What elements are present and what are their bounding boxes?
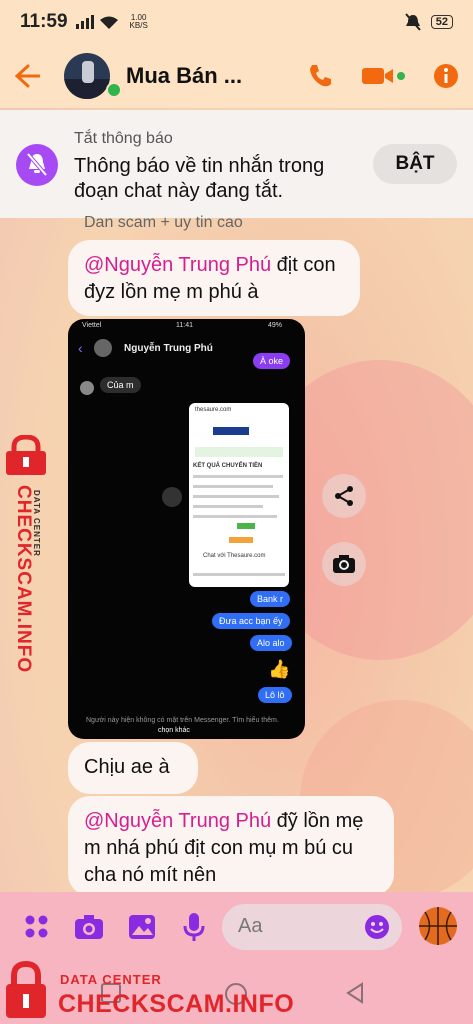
info-icon[interactable] bbox=[433, 63, 459, 89]
share-icon bbox=[335, 486, 353, 506]
emoji-icon[interactable] bbox=[364, 914, 390, 940]
signal-icon bbox=[75, 15, 118, 29]
attachment-contact-name: Nguyễn Trung Phú bbox=[124, 343, 213, 354]
receipt-button bbox=[229, 537, 253, 543]
status-time: 11:59 bbox=[20, 11, 68, 32]
watermark-left: CHECKSCAM.INFO DATA CENTER bbox=[2, 434, 52, 673]
share-button[interactable] bbox=[322, 474, 366, 518]
attachment-transfer-receipt: thesaure.com KẾT QUẢ CHUYỂN TIỀN Chat vớ… bbox=[189, 403, 289, 587]
back-arrow-icon[interactable] bbox=[14, 63, 40, 89]
attachment-thumbs-up-icon: 👍 bbox=[268, 659, 291, 679]
padlock-icon bbox=[6, 960, 46, 1018]
back-nav-icon[interactable] bbox=[344, 982, 366, 1004]
notice-label: Tắt thông báo bbox=[74, 130, 173, 147]
message-text: Chịu ae à bbox=[84, 756, 170, 778]
attachment-avatar-small bbox=[80, 381, 94, 395]
muted-bell-icon bbox=[16, 144, 58, 186]
watermark-brand: CHECKSCAM.INFO bbox=[13, 485, 34, 674]
watermark-tagline: DATA CENTER bbox=[32, 490, 41, 557]
contact-name[interactable]: Mua Bán ... bbox=[126, 63, 242, 89]
camera-icon bbox=[333, 555, 355, 573]
attachment-status-bar: Viettel 11:41 49% bbox=[68, 319, 305, 333]
attachment-footer-action: chọn khác bbox=[158, 727, 190, 734]
attachment-battery: 49% bbox=[268, 322, 283, 329]
net-speed: 1.00 KB/S bbox=[130, 14, 148, 30]
receipt-status-badge bbox=[237, 523, 255, 529]
mention-link[interactable]: @Nguyễn Trung Phú bbox=[84, 254, 271, 276]
more-actions-icon[interactable] bbox=[24, 914, 50, 940]
video-call-icon[interactable] bbox=[361, 63, 405, 89]
gallery-icon[interactable] bbox=[128, 914, 156, 940]
receipt-success-bar bbox=[195, 447, 283, 457]
attachment-time: 11:41 bbox=[176, 322, 193, 329]
camera-icon[interactable] bbox=[74, 914, 104, 940]
attachment-share-icon bbox=[162, 487, 182, 507]
watermark-tagline: DATA CENTER bbox=[60, 972, 162, 987]
chat-header: Mua Bán ... bbox=[0, 44, 473, 108]
microphone-icon[interactable] bbox=[182, 912, 206, 942]
padlock-icon bbox=[6, 434, 46, 475]
previous-message-fragment: Dan scam + uy tin cao bbox=[84, 214, 243, 231]
attachment-bubble: Đưa acc bạn ếy bbox=[212, 613, 290, 629]
receipt-logo bbox=[213, 427, 249, 435]
attachment-bubble: Alo alo bbox=[250, 635, 292, 651]
attachment-back-icon: ‹ bbox=[78, 340, 83, 356]
image-attachment[interactable]: Viettel 11:41 49% ‹ Nguyễn Trung Phú À o… bbox=[68, 319, 305, 739]
net-speed-unit: KB/S bbox=[129, 21, 148, 30]
muted-notice-banner: Tắt thông báo Thông báo về tin nhắn tron… bbox=[0, 110, 473, 218]
attachment-bubble: Lô lô bbox=[258, 687, 292, 703]
receipt-chat-link: Chat với Thesaure.com bbox=[203, 553, 266, 559]
camera-side-button[interactable] bbox=[322, 542, 366, 586]
receipt-title: KẾT QUẢ CHUYỂN TIỀN bbox=[193, 463, 263, 469]
message-bubble[interactable]: @Nguyễn Trung Phú đỹ lồn mẹ m nhá phú đị… bbox=[68, 796, 394, 896]
battery-indicator: 52 bbox=[430, 15, 453, 29]
attachment-bubble: À oke bbox=[253, 353, 291, 369]
attachment-bubble: Của m bbox=[100, 377, 141, 393]
bell-muted-icon bbox=[404, 13, 421, 31]
phone-icon[interactable] bbox=[307, 63, 333, 89]
receipt-site: thesaure.com bbox=[195, 407, 232, 413]
watermark-brand: CHECKSCAM.INFO bbox=[58, 990, 295, 1018]
status-bar: 11:59 1.00 KB/S 52 bbox=[0, 0, 473, 44]
message-composer: Aa bbox=[0, 892, 473, 962]
unmute-button[interactable]: BẬT bbox=[373, 144, 457, 184]
attachment-footer: Người này hiện không có mặt trên Messeng… bbox=[86, 717, 279, 724]
message-bubble[interactable]: @Nguyễn Trung Phú địt con đyz lồn mẹ m p… bbox=[68, 240, 360, 316]
attachment-carrier: Viettel bbox=[82, 322, 102, 329]
message-input-placeholder: Aa bbox=[238, 915, 263, 937]
notice-text: Thông báo về tin nhắn trong đoạn chat nà… bbox=[74, 155, 325, 202]
basketball-icon[interactable] bbox=[418, 906, 458, 946]
online-status-dot bbox=[106, 82, 122, 98]
message-input[interactable]: Aa bbox=[222, 904, 402, 950]
attachment-avatar bbox=[94, 339, 112, 357]
attachment-bubble: Bank r bbox=[250, 591, 291, 607]
message-bubble[interactable]: Chịu ae à bbox=[68, 742, 198, 794]
mention-link[interactable]: @Nguyễn Trung Phú bbox=[84, 810, 271, 832]
contact-avatar[interactable] bbox=[64, 53, 110, 99]
